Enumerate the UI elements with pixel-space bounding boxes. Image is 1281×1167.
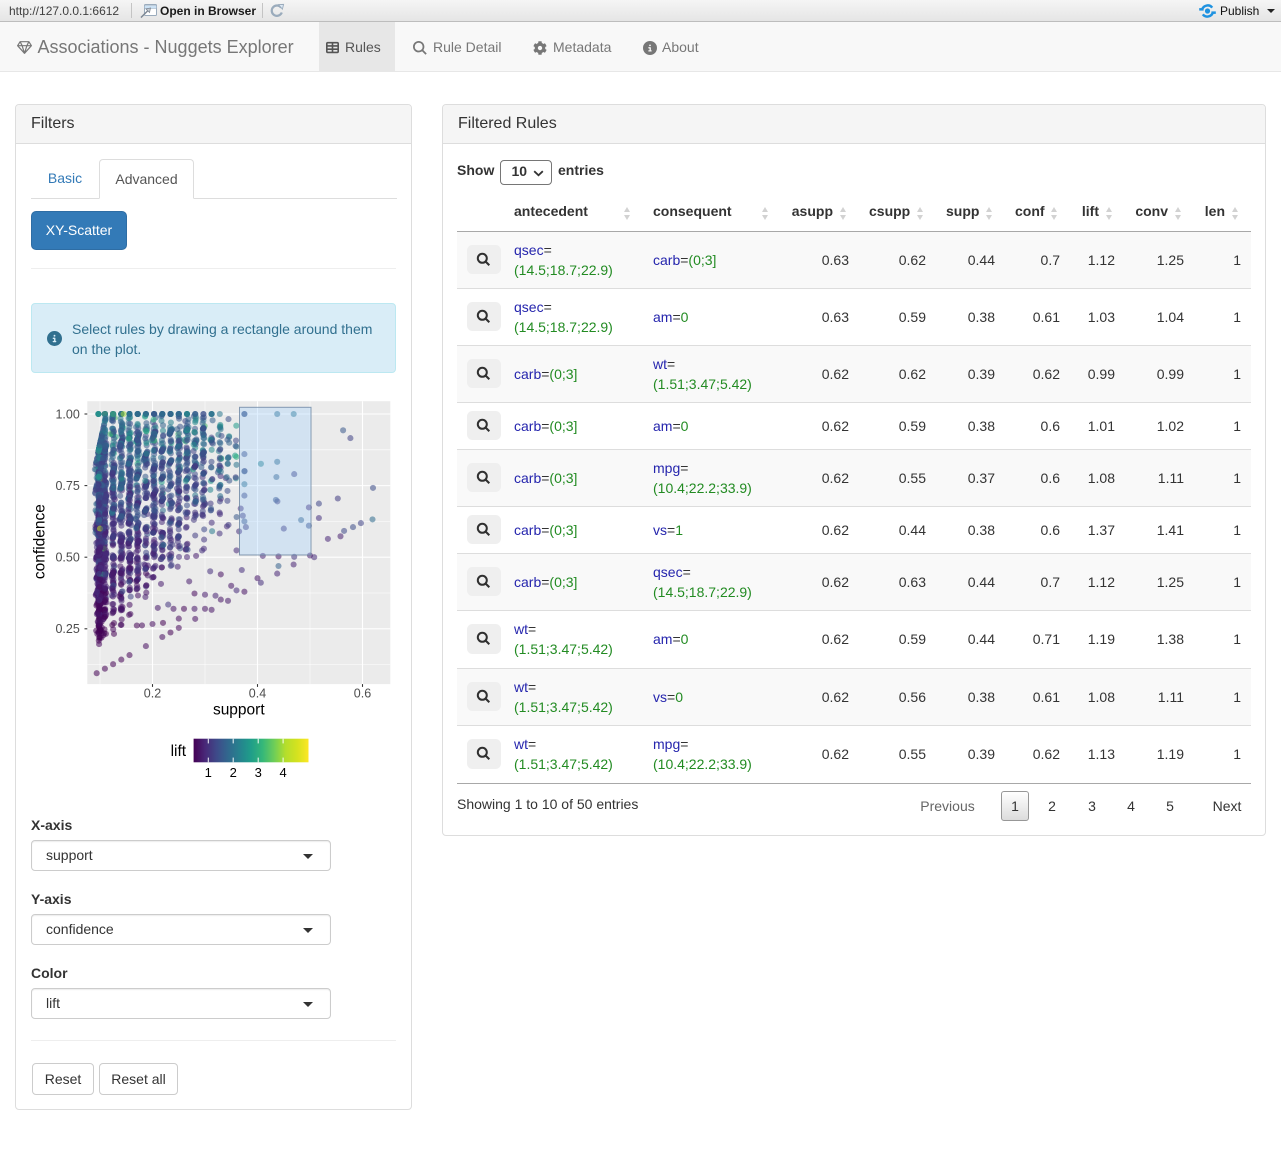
svg-text:0.4: 0.4 [249,687,266,701]
svg-text:0.2: 0.2 [144,687,161,701]
svg-text:4: 4 [279,765,286,780]
svg-text:0.50: 0.50 [55,551,79,565]
svg-text:0.6: 0.6 [354,687,371,701]
svg-text:confidence: confidence [32,504,49,579]
svg-text:2: 2 [230,765,237,780]
svg-text:0.25: 0.25 [55,622,79,636]
svg-text:1: 1 [205,765,212,780]
svg-text:lift: lift [171,743,187,760]
svg-text:support: support [213,702,265,719]
svg-text:1.00: 1.00 [55,407,79,421]
svg-text:3: 3 [255,765,262,780]
svg-text:0.75: 0.75 [55,479,79,493]
